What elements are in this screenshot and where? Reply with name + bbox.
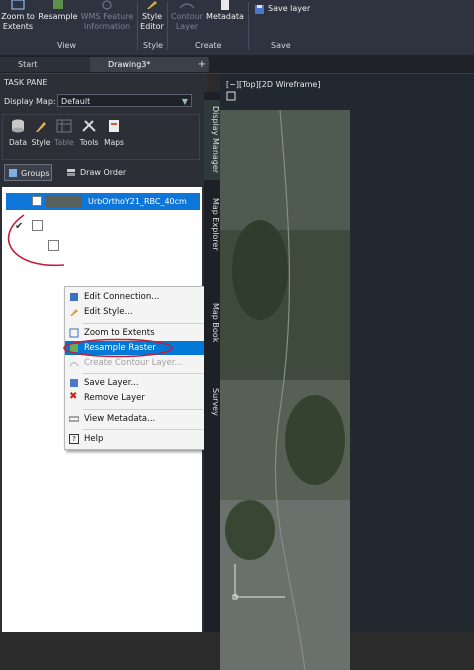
display-map-label: Display Map: [4,97,56,106]
groups-button[interactable]: Groups [4,164,52,181]
menu-item-edit-connection[interactable]: Edit Connection... [65,290,205,304]
database-icon [12,119,24,133]
wms-feature-information-button[interactable]: WMS Feature Information [80,0,134,40]
metadata-icon [69,416,79,422]
menu-item-view-metadata[interactable]: View Metadata... [65,412,205,426]
draw-order-icon [67,169,75,176]
tab-survey[interactable]: Survey [204,377,220,427]
ribbon: Zoom to Extents Resample WMS Feature Inf… [0,0,474,55]
group-label-style: Style [143,41,164,50]
tab-start[interactable]: Start [0,57,104,72]
tools-button[interactable]: Tools [78,119,100,147]
group-label-save: Save [271,41,291,50]
save-layer-button[interactable]: Save layer [252,4,328,44]
groups-icon [9,169,17,177]
menu-separator [83,429,203,430]
menu-separator [83,373,203,374]
resample-icon [53,0,63,9]
menu-item-edit-style[interactable]: Edit Style... [65,305,205,319]
metadata-button[interactable]: Metadata [205,0,245,40]
wms-info-icon [102,0,112,10]
resample-button[interactable]: Resample [38,0,78,40]
tab-map-book[interactable]: Map Book [204,288,220,358]
navigation-cube-icon[interactable] [226,91,236,101]
annotation-arrow [7,214,65,267]
tab-drawing3[interactable]: Drawing3* × [90,57,208,72]
help-icon: ? [69,434,79,444]
group-label-create: Create [195,41,222,50]
save-icon [70,379,78,387]
style-editor-icon [147,1,157,9]
document-tab-bar: Start Drawing3* × + [0,55,474,74]
viewport-controls-label[interactable]: [−][Top][2D Wireframe] [226,80,320,89]
ribbon-separator [167,2,168,50]
tab-map-explorer[interactable]: Map Explorer [204,184,220,264]
tools-icon [82,120,96,132]
draw-order-button[interactable]: Draw Order [64,164,126,181]
layer-visibility-checkbox[interactable] [32,196,42,206]
menu-separator [83,409,203,410]
menu-item-help[interactable]: ? Help [65,432,205,446]
annotation-circle [63,338,173,358]
ribbon-separator [137,2,138,50]
menu-item-remove-layer[interactable]: ✖ Remove Layer [65,391,205,405]
task-pane: TASK PANE Display Map: Default ▼ Data St… [0,74,208,632]
drawing-viewport[interactable]: [−][Top][2D Wireframe] [220,74,474,670]
maps-icon [109,120,119,132]
chevron-down-icon: ▼ [181,97,188,106]
brush-icon [70,309,78,316]
maps-button[interactable]: Maps [103,119,125,147]
table-button[interactable]: Table [53,119,75,147]
ribbon-separator [248,2,249,50]
table-icon [56,119,72,133]
context-menu: Edit Connection... Edit Style... Zoom to… [63,286,208,450]
style-editor-button[interactable]: Style Editor [139,0,165,40]
contour-layer-button[interactable]: Contour Layer [170,0,204,40]
menu-separator [83,323,203,324]
brush-icon [36,122,46,132]
connection-icon [70,293,78,301]
zoom-extents-icon [11,0,25,10]
layer-view-toolbar: Groups Draw Order [2,162,198,184]
task-pane-toolbar: Data Style Table Tools Maps [2,114,200,160]
contour-icon [179,3,195,9]
task-pane-title: TASK PANE [4,78,48,87]
layer-thumbnail-icon [46,195,82,207]
menu-item-save-layer[interactable]: Save Layer... [65,376,205,390]
side-tab-strip: Display Manager Map Explorer Map Book Su… [204,92,220,632]
tab-display-manager[interactable]: Display Manager [204,100,220,180]
contour-icon [69,362,79,367]
zoom-to-extents-button[interactable]: Zoom to Extents [0,0,36,40]
display-map-select[interactable]: Default ▼ [57,94,192,107]
metadata-icon [221,0,229,10]
data-button[interactable]: Data [7,119,29,147]
group-label-view: View [57,41,76,50]
add-tab-button[interactable]: + [195,59,209,71]
save-icon [255,5,264,14]
style-button[interactable]: Style [30,119,52,147]
ucs-axis-icon [232,564,285,600]
close-icon: ✖ [69,391,78,402]
